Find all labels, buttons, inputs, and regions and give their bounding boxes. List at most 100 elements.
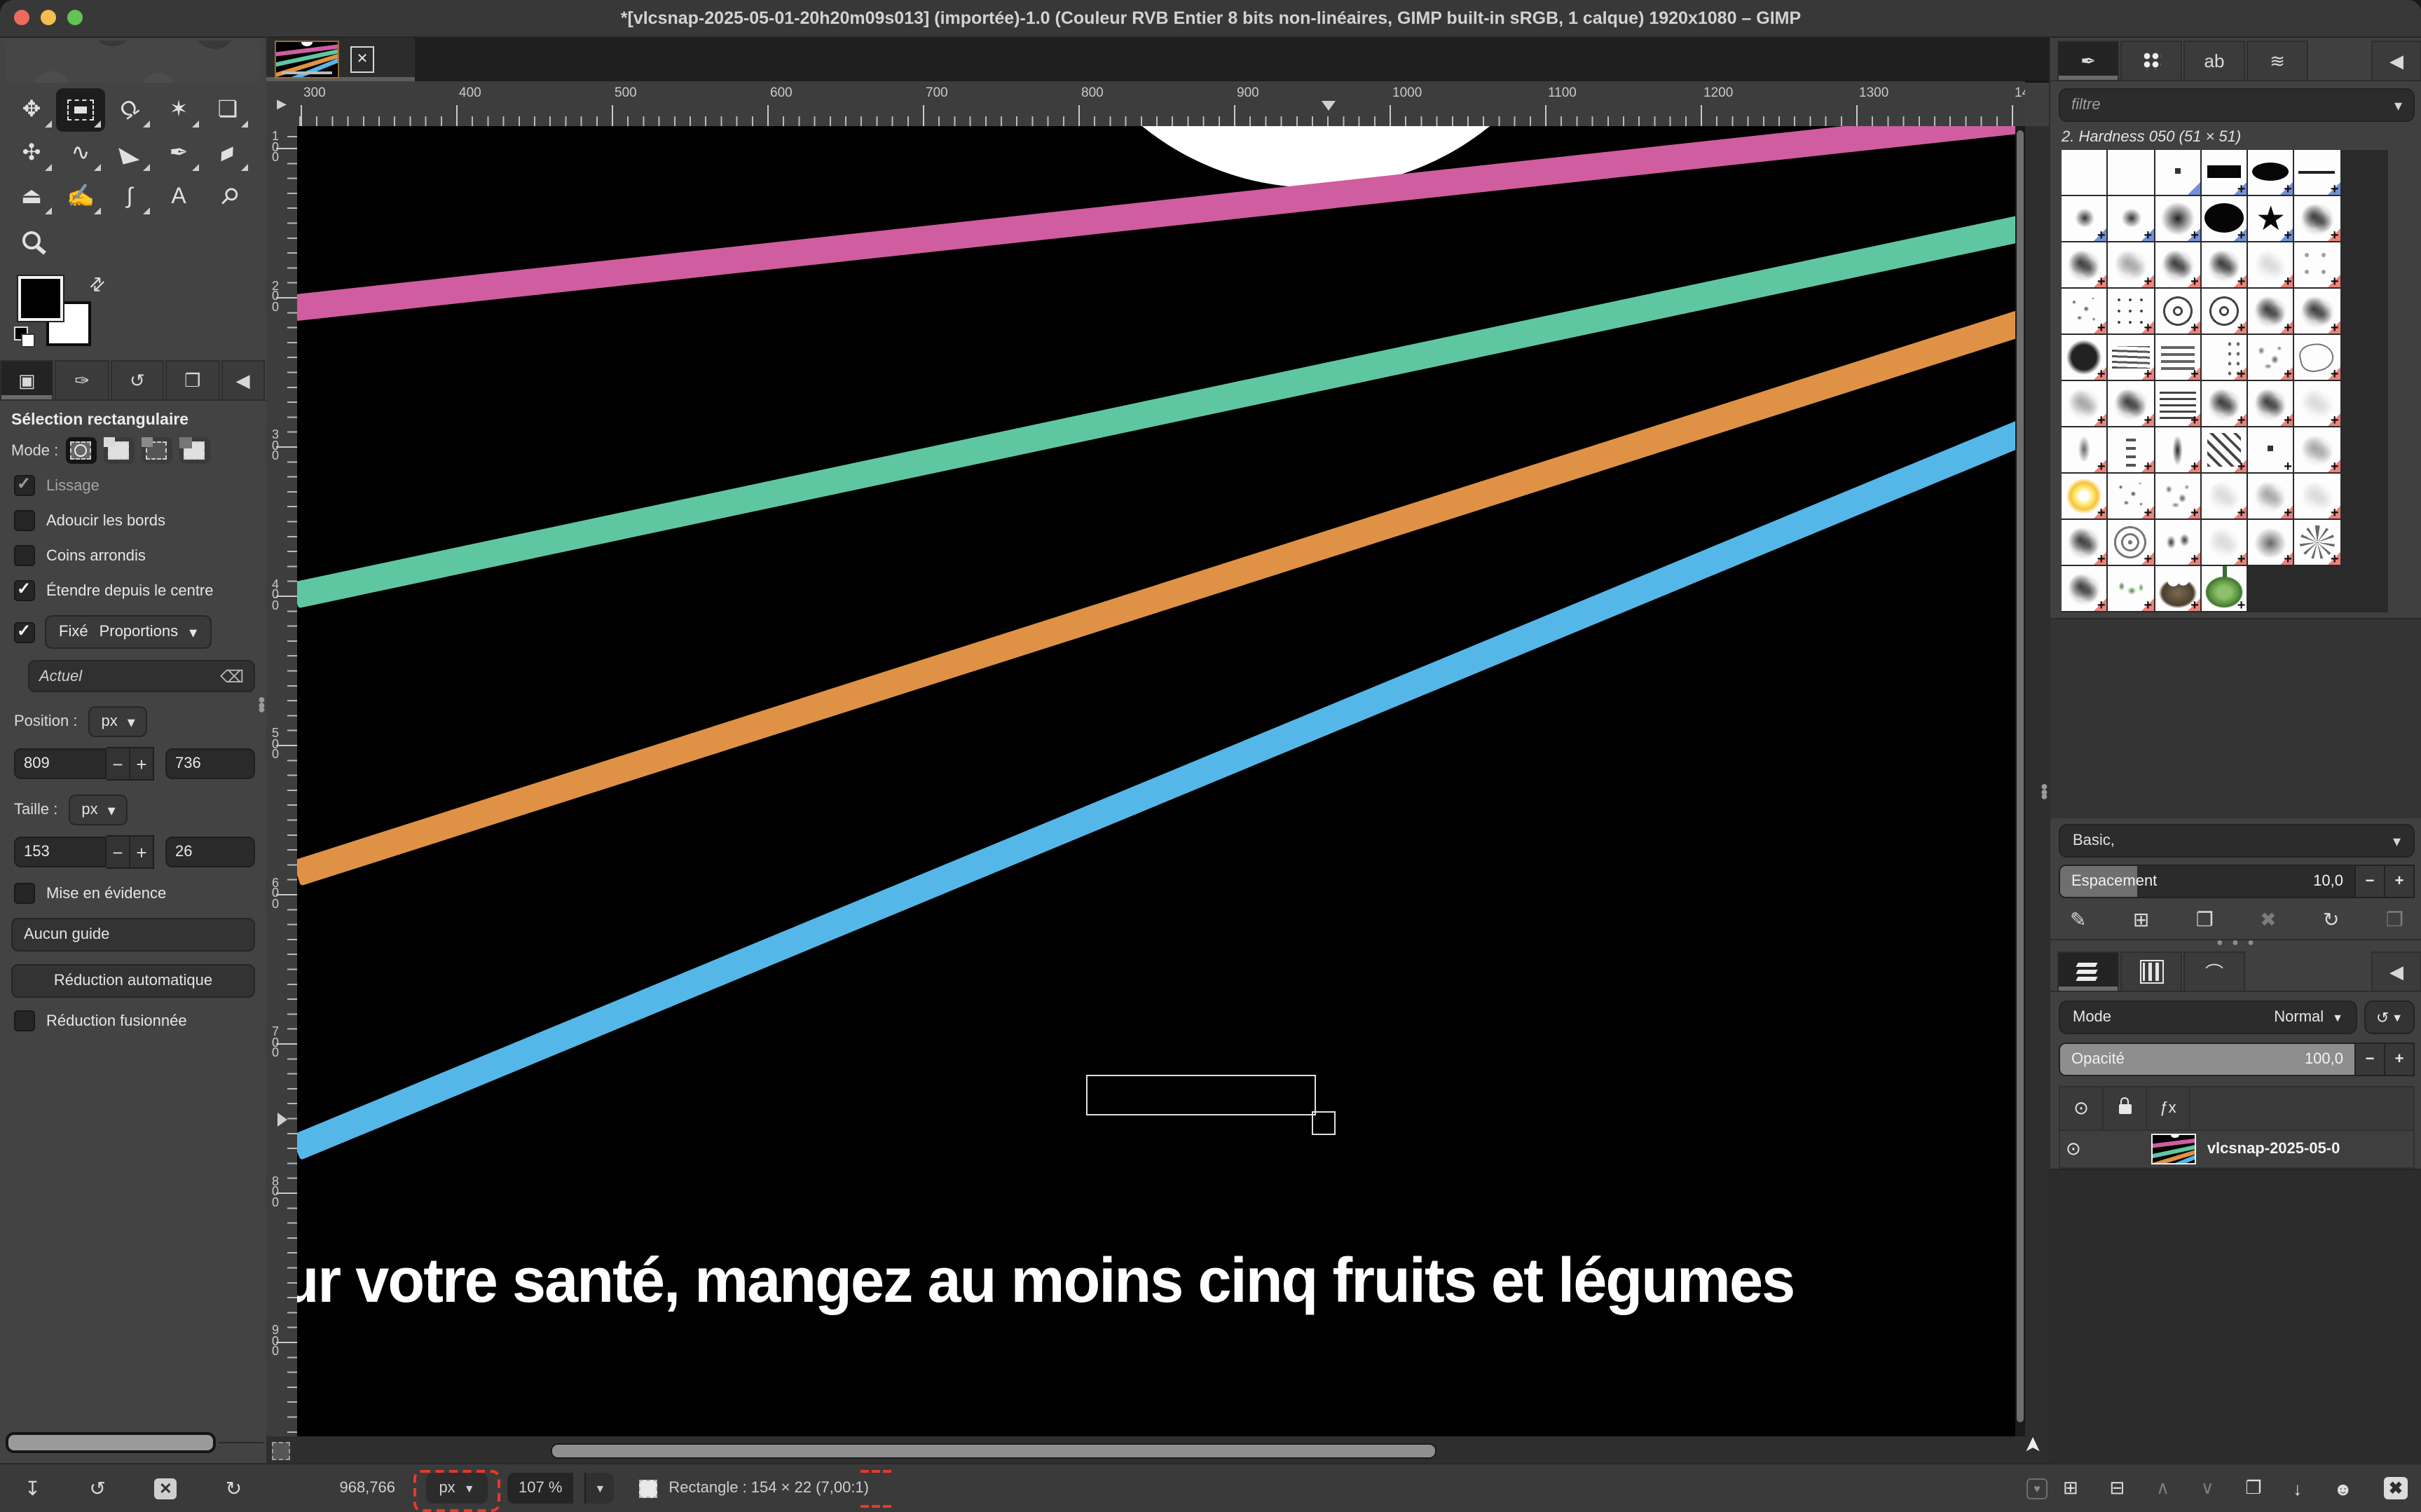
brush-thumbnail[interactable]: + [2155,289,2200,334]
brush-thumbnail[interactable]: + [2108,381,2154,426]
fixed-dropdown[interactable]: Fixé Proportions ▾ [45,615,211,649]
spacing-slider[interactable]: Espacement 10,0 [2059,865,2356,898]
brush-thumbnail[interactable]: + [2155,427,2200,472]
vertical-ruler[interactable]: 100200300400500600700800900 [266,126,299,1436]
new-brush-icon[interactable]: ⊞ [2133,908,2149,932]
brush-thumbnail[interactable] [2062,150,2107,195]
brush-thumbnail[interactable]: + [2202,381,2247,426]
brush-thumbnail[interactable]: + [2202,566,2247,611]
maximize-window-button[interactable] [67,10,83,25]
brush-thumbnail[interactable]: + [2062,196,2107,241]
image-canvas[interactable]: Pour votre santé, mangez au moins cinq f… [297,126,2025,1436]
delete-brush-icon[interactable]: ✖ [2260,908,2276,932]
brush-thumbnail[interactable]: + [2295,150,2340,195]
size-unit-dropdown[interactable]: px ▾ [69,795,128,825]
brush-thumbnail[interactable]: + [2202,196,2247,241]
brush-thumbnail[interactable]: + [2155,196,2200,241]
position-y-field[interactable]: 736 [165,748,255,779]
spacing-decrease-button[interactable]: − [2356,865,2385,898]
move-tool-icon[interactable]: ✥ [7,88,56,132]
collapse-dock-icon[interactable]: ◀ [221,360,265,399]
default-colors-icon[interactable] [14,327,28,341]
brush-thumbnail[interactable]: + [2295,242,2340,287]
tab-tool-options[interactable]: ▣ [0,360,54,399]
bucket-fill-tool-icon[interactable]: ◣ [105,132,154,175]
heart-icon[interactable]: ♥ [2026,1478,2048,1499]
brush-thumbnail[interactable]: + [2248,474,2293,518]
size-height-field[interactable]: 26 [165,837,255,867]
highlight-checkbox[interactable] [14,883,35,904]
brush-thumbnail[interactable]: + [2248,381,2293,426]
brush-thumbnail[interactable]: + [2108,566,2154,611]
tab-fonts[interactable]: ab [2183,41,2245,80]
brush-thumbnail[interactable]: + [2295,474,2340,518]
tab-paths[interactable]: ⌒ [2183,951,2245,991]
position-stepper[interactable]: −+ [107,747,154,781]
selection-resize-handle[interactable] [1312,1111,1336,1135]
brush-thumbnail[interactable]: + [2062,566,2107,611]
brush-thumbnail[interactable]: + [2155,335,2200,380]
tab-channels[interactable] [2120,951,2182,991]
brush-thumbnail[interactable]: + [2248,335,2293,380]
text-tool-icon[interactable]: A [154,175,203,219]
brush-thumbnail[interactable]: + [2202,474,2247,518]
save-preset-icon[interactable]: ↧ [25,1476,41,1500]
mode-intersect-button[interactable] [179,437,210,464]
paths-tool-icon[interactable]: ∫ [105,175,154,219]
selection-rectangle[interactable] [1086,1075,1316,1115]
title-bar[interactable]: *[vlcsnap-2025-05-01-20h20m09s013] (impo… [0,0,2421,38]
close-window-button[interactable] [14,10,29,25]
foreground-color-swatch[interactable] [18,276,63,321]
collapse-dock-icon[interactable]: ◀ [2371,41,2421,80]
brush-thumbnail[interactable]: + [2295,196,2340,241]
checkbox-lissage[interactable] [14,475,35,496]
size-stepper[interactable]: −+ [107,835,154,869]
panel-resize-handle[interactable]: ●●● [2041,785,2046,799]
brush-thumbnail[interactable]: + [2248,242,2293,287]
checkbox-adoucir-les-bords[interactable] [14,510,35,531]
checkbox-coins-arrondis[interactable] [14,545,35,566]
brush-thumbnail[interactable]: + [2248,520,2293,565]
brush-thumbnail[interactable]: + [2108,520,2154,565]
zoom-tool-icon[interactable] [7,219,56,262]
tab-images[interactable]: ❐ [165,360,219,399]
swap-colors-icon[interactable]: ⇄ [84,271,111,298]
clear-field-icon[interactable]: ⌫ [220,666,244,686]
auto-shrink-button[interactable]: Réduction automatique [11,964,255,998]
unit-dropdown[interactable]: px ▼ [426,1473,488,1504]
mode-subtract-button[interactable] [141,437,172,464]
brush-thumbnail[interactable]: + [2062,381,2107,426]
visibility-column-header[interactable]: ⊙ [2060,1087,2104,1129]
unified-transform-tool-icon[interactable]: ✣ [7,132,56,175]
dock-grip[interactable]: ● ● ● [2216,940,2257,946]
brush-group-dropdown[interactable]: Basic, ▾ [2059,824,2415,858]
effects-column-header[interactable]: ƒx [2147,1087,2190,1129]
tab-device-status[interactable]: ✑ [55,360,109,399]
layer-mode-dropdown[interactable]: Mode Normal▼ [2059,1001,2357,1034]
brush-thumbnail[interactable]: + [2155,566,2200,611]
layer-mode-reset-button[interactable]: ↺▼ [2364,1001,2415,1034]
new-layer-icon[interactable]: ⊞ [2063,1477,2078,1499]
brush-thumbnail[interactable]: + [2295,520,2340,565]
mode-replace-button[interactable] [65,437,96,464]
brush-thumbnail[interactable]: + [2108,242,2154,287]
brush-thumbnail[interactable]: ★+ [2248,196,2293,241]
brush-thumbnail[interactable]: + [2202,150,2247,195]
tab-gradients[interactable]: ≋ [2247,41,2308,80]
brush-thumbnail[interactable]: + [2295,289,2340,334]
brush-thumbnail[interactable]: + [2062,427,2107,472]
quick-mask-toggle[interactable] [272,1442,290,1460]
duplicate-layer-icon[interactable]: ❐ [2245,1477,2261,1499]
brush-thumbnail[interactable]: + [2062,520,2107,565]
lock-column-header[interactable] [2104,1087,2147,1129]
horizontal-ruler[interactable]: 3004005006007008009001000110012001300140… [297,81,2025,128]
brush-thumbnail[interactable] [2155,150,2200,195]
clone-tool-icon[interactable]: ⏏ [7,175,56,219]
brush-thumbnail[interactable] [2108,150,2154,195]
brush-thumbnail[interactable]: + [2062,335,2107,380]
vertical-scrollbar[interactable] [2015,126,2025,1436]
delete-preset-icon[interactable]: ✕ [154,1478,177,1499]
brush-thumbnail[interactable]: + [2108,474,2154,518]
fixed-checkbox[interactable] [14,621,35,642]
restore-preset-icon[interactable]: ↺ [90,1476,106,1500]
